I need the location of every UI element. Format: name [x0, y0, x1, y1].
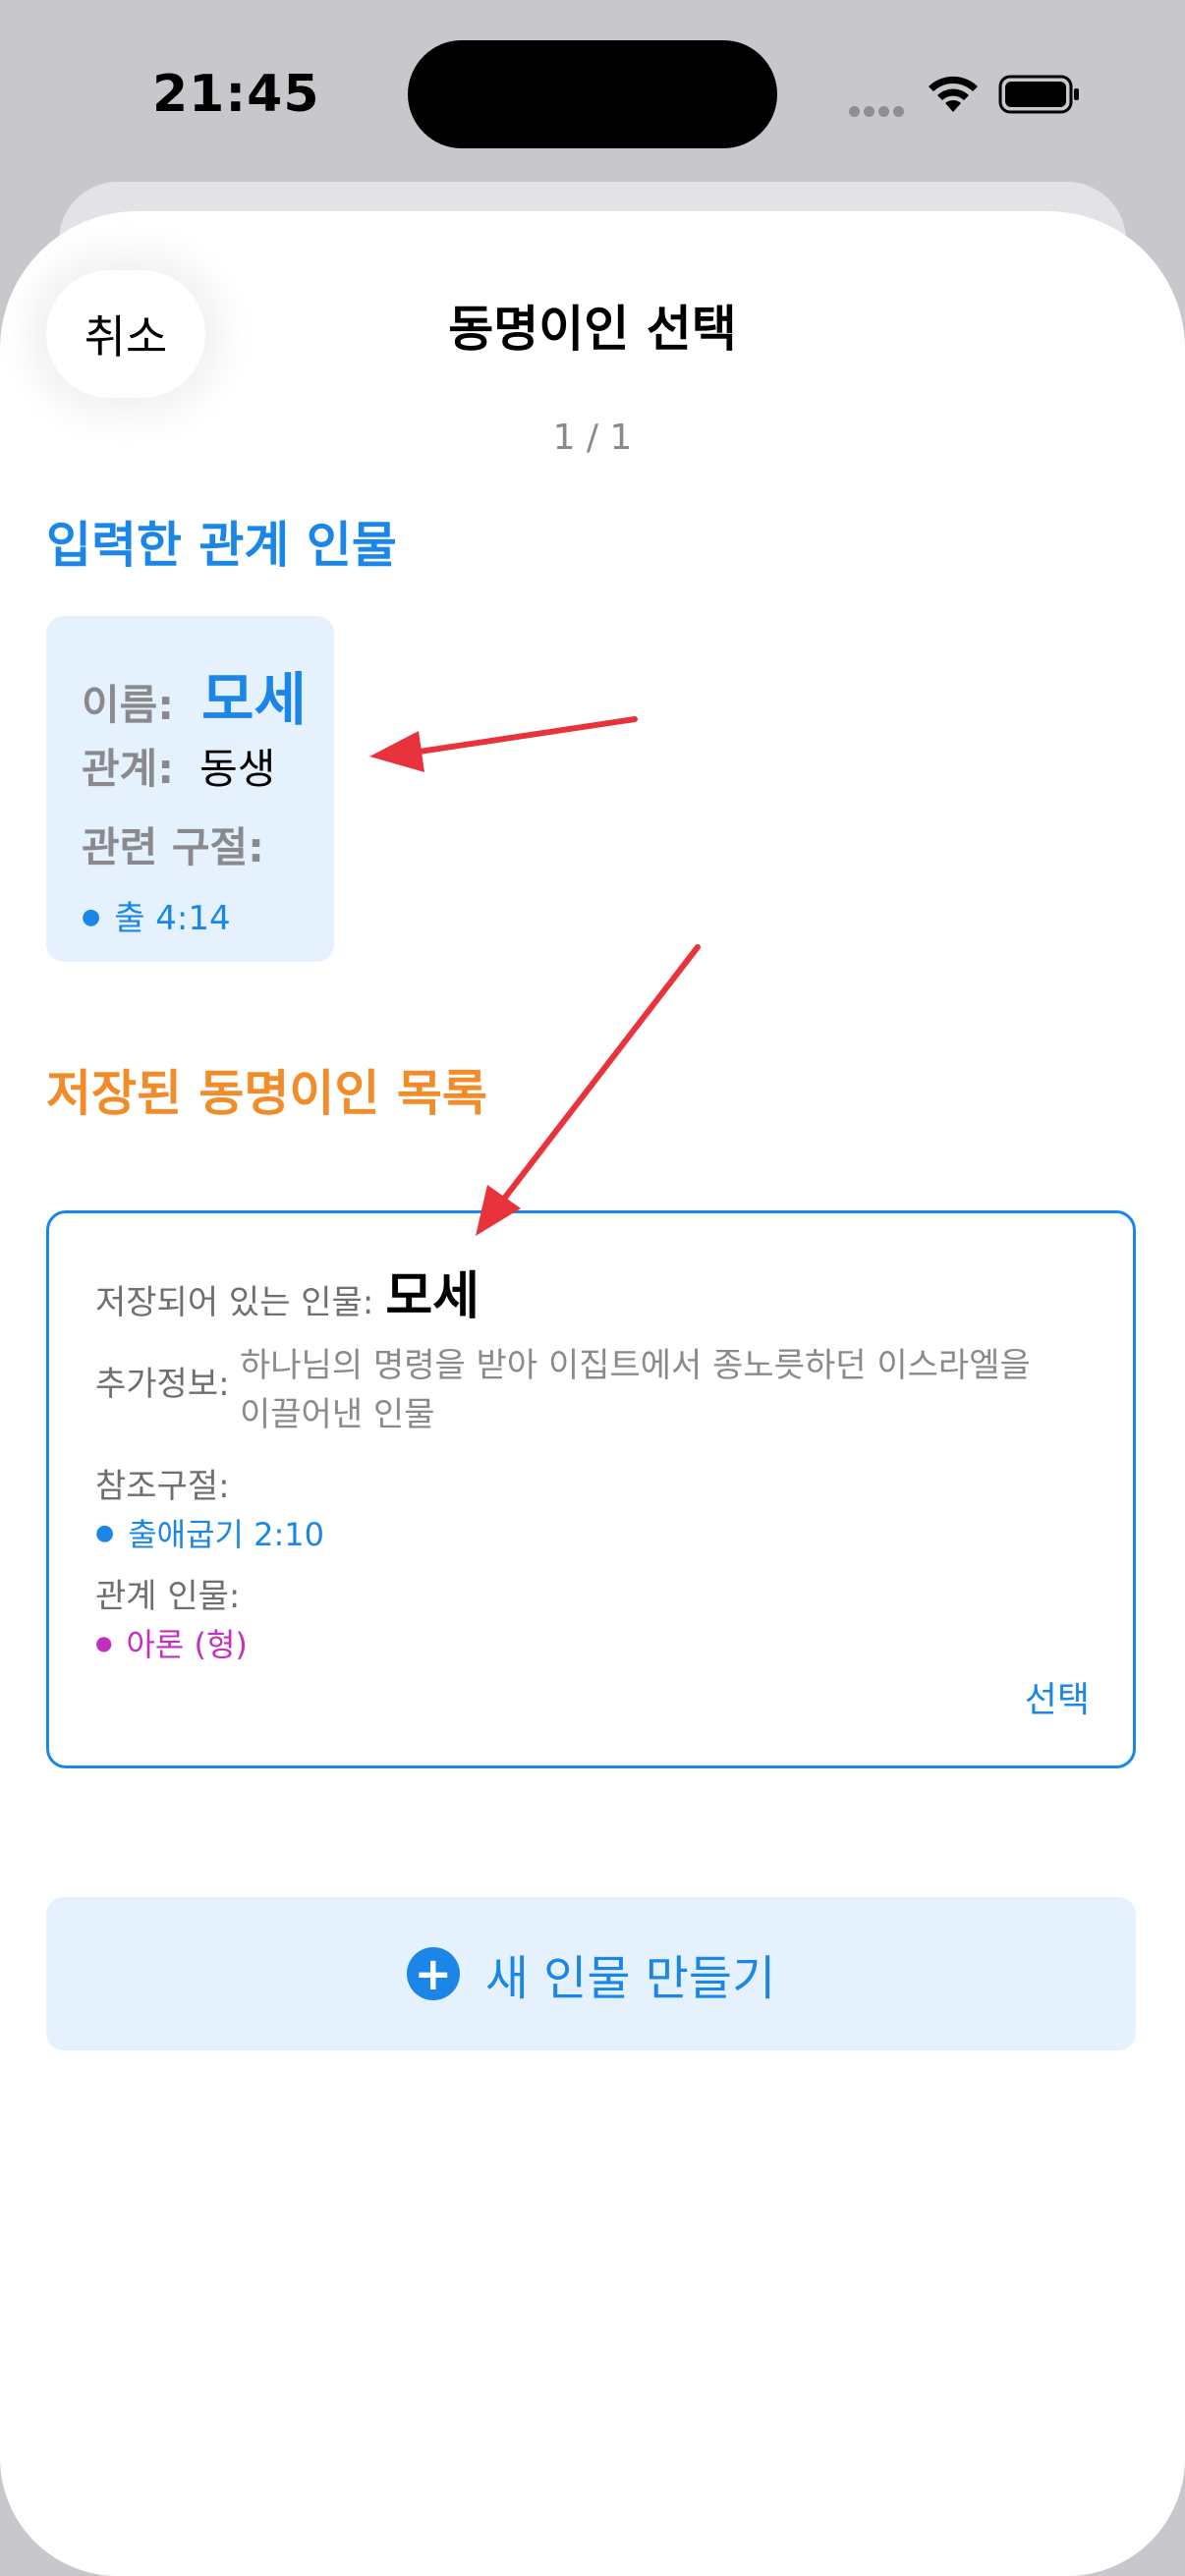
plus-circle-icon: +: [406, 1947, 460, 2000]
bullet-icon: ●: [95, 1521, 115, 1545]
new-person-button[interactable]: + 새 인물 만들기: [46, 1897, 1136, 2050]
page-title: 동명이인 선택: [448, 301, 737, 358]
extra-info-label: 추가정보:: [95, 1365, 230, 1404]
related-person-text: 아론 (형): [126, 1626, 248, 1663]
select-button[interactable]: 선택: [1025, 1671, 1090, 1722]
stored-person-label: 저장되어 있는 인물:: [95, 1283, 374, 1322]
status-bar: 21:45: [0, 0, 1185, 187]
reference-verse-text: 출애굽기 2:10: [128, 1516, 324, 1553]
bullet-icon: ●: [82, 905, 101, 929]
name-value: 모세: [201, 666, 307, 733]
saved-section-title: 저장된 동명이인 목록: [46, 1065, 487, 1122]
related-people-label: 관계 인물:: [95, 1577, 241, 1616]
status-time: 21:45: [152, 65, 320, 124]
input-person-card: 이름: 모세 관계: 동생 관련 구절: ● 출 4:14: [46, 616, 334, 962]
reference-verse-item[interactable]: ● 출애굽기 2:10: [95, 1510, 324, 1555]
new-person-label: 새 인물 만들기: [484, 1951, 776, 2006]
cellular-signal-icon: [849, 102, 908, 117]
verses-label: 관련 구절:: [82, 823, 264, 871]
relation-label: 관계:: [82, 745, 175, 793]
input-section-title: 입력한 관계 인물: [46, 517, 397, 574]
bullet-icon: ●: [95, 1631, 113, 1654]
extra-info-text: 하나님의 명령을 받아 이집트에서 종노릇하던 이스라엘을 이끌어낸 인물: [240, 1346, 1031, 1434]
battery-icon: [998, 75, 1079, 114]
dynamic-island: [408, 40, 777, 148]
modal-sheet: 취소 동명이인 선택 1 / 1 입력한 관계 인물 이름: 모세 관계: 동생…: [0, 211, 1185, 2576]
wifi-icon: [929, 76, 978, 112]
saved-person-card[interactable]: 저장되어 있는 인물: 모세 추가정보: 하나님의 명령을 받아 이집트에서 종…: [46, 1210, 1136, 1768]
stored-person-name: 모세: [385, 1267, 480, 1326]
related-person-item[interactable]: ● 아론 (형): [95, 1620, 248, 1665]
name-label: 이름:: [82, 681, 175, 729]
page-indicator: 1 / 1: [552, 418, 633, 458]
reference-verses-label: 참조구절:: [95, 1467, 230, 1506]
relation-value: 동생: [199, 745, 276, 793]
verse-link[interactable]: 출 4:14: [114, 891, 230, 939]
